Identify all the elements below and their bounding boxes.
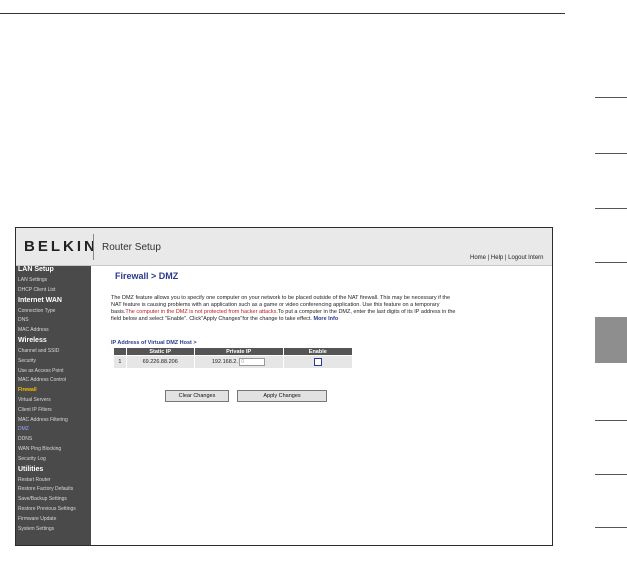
page-top-rule <box>0 13 565 14</box>
main-content: Firewall > DMZ The DMZ feature allows yo… <box>91 266 552 545</box>
enable-cell <box>282 355 354 369</box>
sidebar-item[interactable]: Use as Access Point <box>18 368 64 374</box>
sidebar-item[interactable]: DHCP Client List <box>18 287 55 293</box>
chapter-tab-divider <box>595 208 627 209</box>
sidebar-item[interactable]: Connection Type <box>18 308 55 314</box>
sidebar-item[interactable]: Firmware Update <box>18 516 56 522</box>
dmz-description: The DMZ feature allows you to specify on… <box>111 295 459 323</box>
chapter-tab-divider <box>595 527 627 528</box>
sidebar-item[interactable]: Virtual Servers <box>18 397 51 403</box>
table-row: 1 69.226.88.206 192.168.2. 0 <box>113 355 354 369</box>
enable-checkbox[interactable] <box>313 358 322 366</box>
dmz-host-table: Static IP Private IP Enable 1 69.226.88.… <box>113 347 354 369</box>
chapter-tab-divider <box>595 474 627 475</box>
sidebar-nav: LAN Setup LAN Settings DHCP Client List Int… <box>16 266 91 545</box>
sidebar-item[interactable]: LAN Settings <box>18 277 47 283</box>
chapter-tab-divider <box>595 97 627 98</box>
static-ip-value: 69.226.88.206 <box>125 355 195 369</box>
chapter-tab-current <box>595 317 627 363</box>
page-title: Firewall > DMZ <box>115 271 179 281</box>
chapter-tab-divider <box>595 153 627 154</box>
sidebar-section-heading: Utilities <box>18 465 44 473</box>
belkin-logo: BELKIN <box>24 238 98 255</box>
sidebar-item[interactable]: DNS <box>18 317 29 323</box>
private-ip-last-octet-input[interactable]: 0 <box>239 358 266 366</box>
sidebar-item[interactable]: Firewall <box>18 387 37 393</box>
sidebar-item[interactable]: Channel and SSID <box>18 348 59 354</box>
header-separator <box>93 234 94 260</box>
col-header-enable: Enable <box>282 347 354 356</box>
sidebar-section-heading: Internet WAN <box>18 296 62 304</box>
sidebar-section-heading: Wireless <box>18 337 47 344</box>
sidebar-item[interactable]: Security <box>18 358 36 364</box>
dmz-host-section-title: IP Address of Virtual DMZ Host > <box>111 340 197 346</box>
sidebar-item[interactable]: Restore Previous Settings <box>18 506 76 512</box>
sidebar-section-heading: LAN Setup <box>18 266 54 273</box>
app-title: Router Setup <box>102 242 161 253</box>
sidebar-item[interactable]: MAC Address <box>18 327 49 333</box>
private-ip-prefix: 192.168.2. <box>211 359 238 365</box>
clear-changes-button[interactable]: Clear Changes <box>165 390 229 402</box>
sidebar-item[interactable]: Restart Router <box>18 477 51 483</box>
chapter-tab-divider <box>595 262 627 263</box>
router-header: BELKIN Router Setup Home | Help | Logout… <box>16 228 552 266</box>
sidebar-item[interactable]: Client IP Filters <box>18 407 52 413</box>
sidebar-item[interactable]: WAN Ping Blocking <box>18 446 61 452</box>
header-nav-links[interactable]: Home | Help | Logout Intern <box>470 255 544 261</box>
more-info-link[interactable]: More Info <box>313 316 338 322</box>
sidebar-item[interactable]: MAC Address Filtering <box>18 417 68 423</box>
sidebar-item[interactable]: System Settings <box>18 526 54 532</box>
sidebar-item[interactable]: Save/Backup Settings <box>18 496 67 502</box>
sidebar-item[interactable]: Security Log <box>18 456 46 462</box>
security-warning: The computer in the DMZ is not protected… <box>125 309 278 315</box>
table-header-row: Static IP Private IP Enable <box>113 347 354 356</box>
sidebar-item[interactable]: MAC Address Control <box>18 377 66 383</box>
col-header-private-ip: Private IP <box>193 347 284 356</box>
router-setup-screenshot: BELKIN Router Setup Home | Help | Logout… <box>15 227 553 546</box>
row-index: 1 <box>113 355 127 369</box>
chapter-tab-divider <box>595 420 627 421</box>
sidebar-item[interactable]: DMZ <box>18 426 29 432</box>
sidebar-item[interactable]: Restore Factory Defaults <box>18 486 73 492</box>
sidebar-item[interactable]: DDNS <box>18 436 32 442</box>
col-header-index <box>113 347 127 356</box>
col-header-static-ip: Static IP <box>125 347 195 356</box>
private-ip-cell: 192.168.2. 0 <box>193 355 284 369</box>
apply-changes-button[interactable]: Apply Changes <box>237 390 327 402</box>
